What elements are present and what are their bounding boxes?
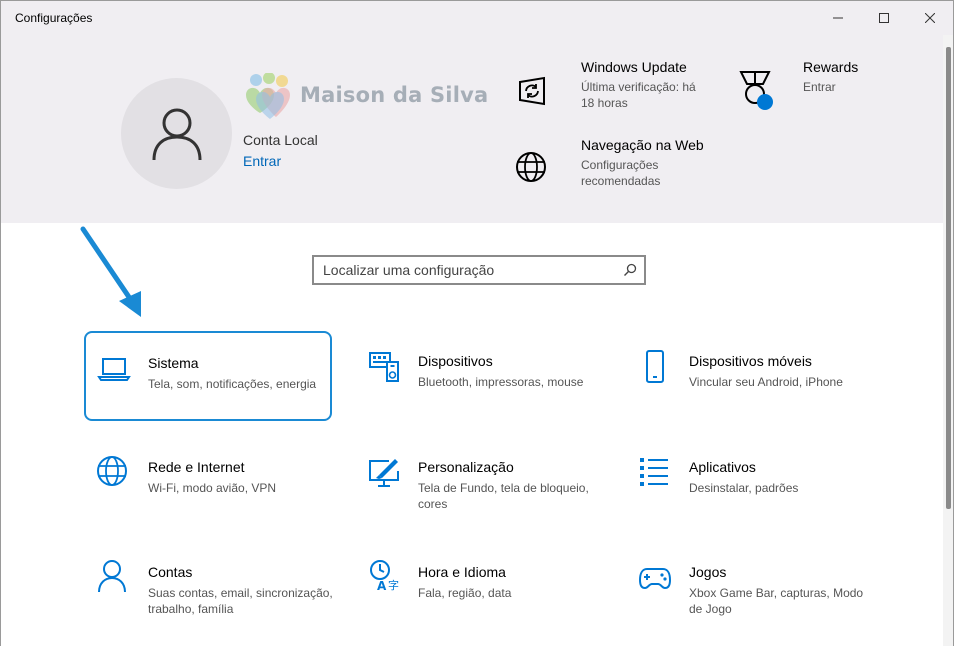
tile-personalizacao[interactable]: Personalização Tela de Fundo, tela de bl…: [356, 437, 604, 527]
tile-sistema-title: Sistema: [148, 355, 199, 371]
windows-update-icon: [511, 71, 551, 111]
signin-link[interactable]: Entrar: [243, 153, 281, 169]
globe-icon: [94, 453, 130, 489]
web-browsing-sub: Configurações recomendadas: [581, 158, 661, 188]
tile-personalizacao-title: Personalização: [418, 459, 514, 475]
tile-aplicativos-desc: Desinstalar, padrões: [689, 481, 799, 495]
close-button[interactable]: [907, 1, 953, 35]
rewards-title: Rewards: [803, 59, 859, 75]
search-icon[interactable]: [623, 263, 637, 277]
rewards-sub: Entrar: [803, 80, 836, 94]
scrollbar-thumb[interactable]: [946, 47, 951, 509]
tile-hora-idioma-title: Hora e Idioma: [418, 564, 506, 580]
svg-text:字: 字: [388, 578, 399, 592]
tile-sistema-desc: Tela, som, notificações, energia: [148, 377, 317, 391]
tile-jogos-desc: Xbox Game Bar, capturas, Modo de Jogo: [689, 586, 864, 616]
tile-aplicativos-title: Aplicativos: [689, 459, 756, 475]
laptop-icon: [96, 351, 132, 387]
account-header: Maison da Silva Conta Local Entrar Windo…: [1, 35, 953, 223]
tile-aplicativos[interactable]: Aplicativos Desinstalar, padrões: [627, 437, 867, 527]
gamepad-icon: [637, 560, 673, 596]
tile-dispositivos-moveis-title: Dispositivos móveis: [689, 353, 812, 369]
windows-update-sub: Última verificação: há 18 horas: [581, 80, 696, 110]
tile-hora-idioma-desc: Fala, região, data: [418, 586, 512, 600]
user-avatar-icon: [152, 108, 201, 160]
personalization-icon: [366, 455, 402, 491]
search-box[interactable]: [312, 255, 646, 285]
watermark-text: Maison da Silva: [300, 83, 489, 107]
maximize-icon: [879, 13, 889, 23]
maximize-button[interactable]: [861, 1, 907, 35]
tile-hora-idioma[interactable]: A 字 Hora e Idioma Fala, região, data: [356, 542, 604, 632]
windows-update-item[interactable]: Windows Update Última verificação: há 18…: [511, 59, 711, 119]
tile-contas-title: Contas: [148, 564, 193, 580]
web-browsing-item[interactable]: Navegação na Web Configurações recomenda…: [511, 137, 711, 197]
person-icon: [94, 558, 130, 594]
tile-rede-internet-title: Rede e Internet: [148, 459, 245, 475]
tile-dispositivos-moveis[interactable]: Dispositivos móveis Vincular seu Android…: [627, 331, 867, 421]
account-type: Conta Local: [243, 132, 318, 148]
minimize-button[interactable]: [815, 1, 861, 35]
avatar[interactable]: [121, 78, 232, 189]
tile-jogos[interactable]: Jogos Xbox Game Bar, capturas, Modo de J…: [627, 542, 867, 632]
tile-rede-internet-desc: Wi-Fi, modo avião, VPN: [148, 481, 277, 495]
tile-jogos-title: Jogos: [689, 564, 727, 580]
settings-window: Configurações Maison da Silva Conta Loca…: [0, 0, 954, 646]
tile-personalizacao-desc: Tela de Fundo, tela de bloqueio, cores: [418, 481, 589, 511]
title-bar: Configurações: [1, 1, 953, 35]
tile-sistema[interactable]: Sistema Tela, som, notificações, energia: [84, 331, 332, 421]
window-title: Configurações: [15, 11, 93, 25]
minimize-icon: [833, 17, 843, 19]
devices-icon: [366, 349, 402, 385]
svg-text:A: A: [377, 579, 387, 593]
apps-list-icon: [635, 453, 671, 489]
tile-dispositivos-moveis-desc: Vincular seu Android, iPhone: [689, 375, 843, 389]
scrollbar[interactable]: [943, 35, 953, 646]
rewards-medal-icon: [735, 69, 775, 110]
hearts-logo-icon: [246, 73, 290, 119]
tile-rede-internet[interactable]: Rede e Internet Wi-Fi, modo avião, VPN: [84, 437, 332, 527]
tile-contas-desc: Suas contas, email, sincronização, traba…: [148, 586, 333, 616]
globe-icon: [511, 147, 551, 187]
windows-update-title: Windows Update: [581, 59, 687, 75]
rewards-item[interactable]: Rewards Entrar: [735, 59, 885, 119]
annotation-arrow-icon: [80, 226, 141, 317]
tile-dispositivos-title: Dispositivos: [418, 353, 493, 369]
close-icon: [925, 13, 935, 23]
tile-dispositivos[interactable]: Dispositivos Bluetooth, impressoras, mou…: [356, 331, 604, 421]
phone-icon: [637, 349, 673, 385]
web-browsing-title: Navegação na Web: [581, 137, 704, 153]
time-language-icon: A 字: [366, 558, 402, 594]
search-input[interactable]: [314, 257, 623, 283]
tile-dispositivos-desc: Bluetooth, impressoras, mouse: [418, 375, 584, 389]
tile-contas[interactable]: Contas Suas contas, email, sincronização…: [84, 542, 333, 632]
watermark-logo: Maison da Silva: [242, 73, 492, 125]
